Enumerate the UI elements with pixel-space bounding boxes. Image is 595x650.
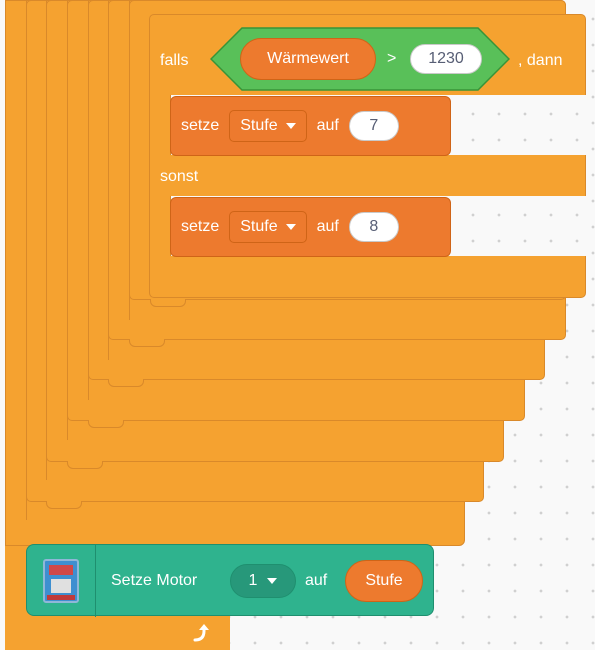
c-block-1-mouth [26,0,27,520]
if-else-mouth-2-grid [452,196,586,256]
threshold-input[interactable]: 1230 [410,44,482,74]
notch [67,461,103,469]
caret-down-icon [267,578,278,584]
warmewert-reporter[interactable]: Wärmewert [240,38,376,80]
to-label: auf [316,218,339,235]
set-value-input[interactable]: 7 [348,111,399,141]
variable-name: Stufe [240,117,278,134]
extension-divider [95,545,96,617]
c-block-3-mouth [67,0,68,440]
caret-down-icon [285,123,296,129]
notch [108,379,144,387]
set-label: setze [181,218,220,235]
notch [129,339,165,347]
set-value-input[interactable]: 8 [348,212,399,242]
notch [88,420,124,428]
if-label: falls [160,52,189,69]
variable-dropdown[interactable]: Stufe [229,110,307,142]
then-label: , dann [518,52,563,69]
variable-dropdown[interactable]: Stufe [229,211,307,243]
robot-board-icon [43,559,79,603]
to-label: auf [305,572,328,589]
c-block-6-mouth [129,0,130,320]
c-block-5-mouth [108,0,109,360]
notch [46,501,82,509]
set-label: setze [181,117,220,134]
set-variable-block[interactable]: setze Stufe auf 8 [170,197,451,257]
set-value: 7 [369,117,379,134]
caret-down-icon [285,224,296,230]
else-label: sonst [160,168,199,185]
set-motor-block[interactable]: Setze Motor 1 auf Stufe [26,544,434,617]
set-value: 8 [369,218,379,235]
c-block-2-mouth [46,0,47,480]
warmewert-label: Wärmewert [267,50,349,67]
motor-number: 1 [248,572,258,589]
if-else-mouth-1-grid [452,95,586,155]
stufe-reporter[interactable]: Stufe [345,560,423,602]
set-variable-block[interactable]: setze Stufe auf 7 [170,96,451,156]
greater-than-symbol: > [387,50,397,67]
motor-dropdown[interactable]: 1 [230,564,296,598]
notch [150,299,186,307]
stufe-label: Stufe [365,572,403,589]
set-motor-label: Setze Motor [111,572,198,589]
variable-name: Stufe [240,218,278,235]
to-label: auf [316,117,339,134]
c-block-4-mouth [88,0,89,400]
threshold-value: 1230 [428,50,464,67]
loop-arrow-icon [193,624,209,642]
